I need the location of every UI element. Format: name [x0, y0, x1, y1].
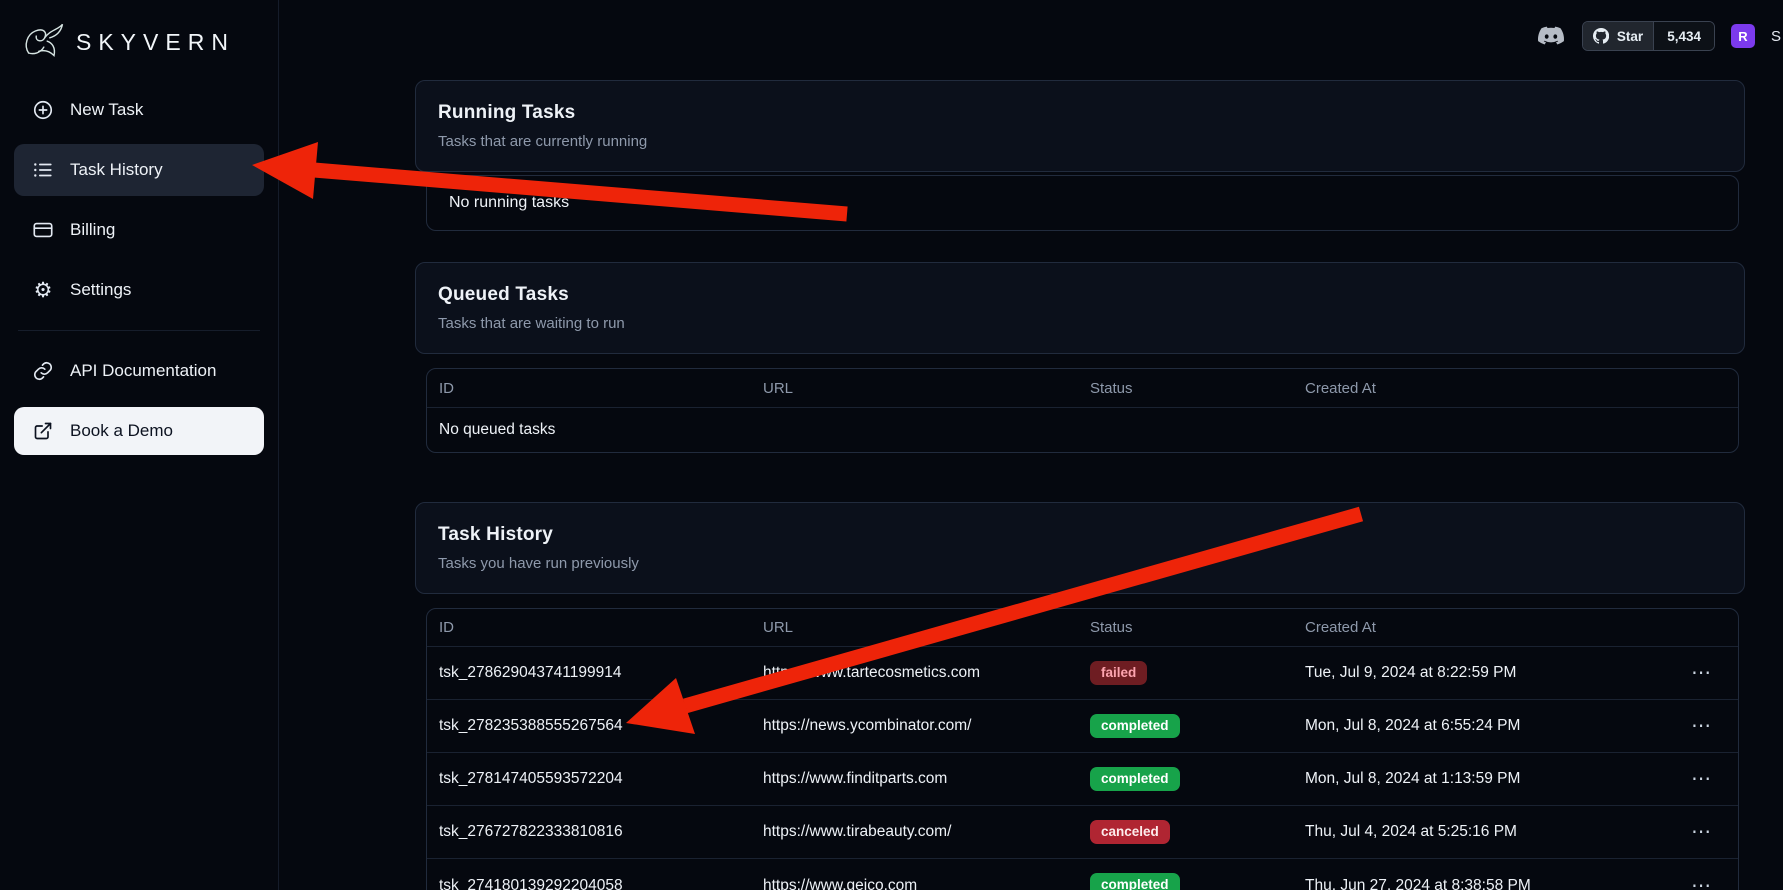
- task-url: https://www.finditparts.com: [763, 770, 1090, 788]
- github-star-label: Star: [1617, 29, 1643, 44]
- sidebar: SKYVERN New Task Task History: [0, 0, 279, 890]
- task-id: tsk_276727822333810816: [439, 823, 763, 841]
- row-actions-button[interactable]: ⋯: [1681, 711, 1721, 741]
- queued-tasks-section: Queued Tasks Tasks that are waiting to r…: [415, 262, 1745, 453]
- status-badge: completed: [1090, 714, 1180, 738]
- column-header: Created At: [1305, 619, 1674, 636]
- queued-tasks-header: Queued Tasks Tasks that are waiting to r…: [415, 262, 1745, 354]
- section-subtitle: Tasks you have run previously: [438, 555, 1722, 572]
- section-subtitle: Tasks that are currently running: [438, 133, 1722, 150]
- task-url: https://www.geico.com: [763, 877, 1090, 890]
- task-created-at: Mon, Jul 8, 2024 at 6:55:24 PM: [1305, 717, 1674, 735]
- external-link-icon: [31, 419, 55, 443]
- book-demo-button[interactable]: Book a Demo: [14, 407, 264, 455]
- status-badge: canceled: [1090, 820, 1170, 844]
- task-id: tsk_278629043741199914: [439, 664, 763, 682]
- task-url: https://news.ycombinator.com/: [763, 717, 1090, 735]
- queued-tasks-table: ID URL Status Created At No queued tasks: [426, 368, 1739, 453]
- section-title: Task History: [438, 524, 1722, 546]
- table-row[interactable]: tsk_274180139292204058 https://www.geico…: [427, 859, 1738, 890]
- task-history-header: Task History Tasks you have run previous…: [415, 502, 1745, 594]
- github-star-count: 5,434: [1654, 22, 1714, 50]
- sidebar-nav: New Task Task History Billing ⚙ Settings: [14, 84, 264, 316]
- credit-card-icon: [31, 218, 55, 242]
- plus-circle-icon: [31, 98, 55, 122]
- running-tasks-section: Running Tasks Tasks that are currently r…: [415, 80, 1745, 231]
- sidebar-item-settings[interactable]: ⚙ Settings: [14, 264, 264, 316]
- section-subtitle: Tasks that are waiting to run: [438, 315, 1722, 332]
- user-name: S: [1771, 28, 1781, 45]
- task-created-at: Thu, Jul 4, 2024 at 5:25:16 PM: [1305, 823, 1674, 841]
- sidebar-divider: [18, 330, 260, 331]
- column-header: URL: [763, 619, 1090, 636]
- github-icon: [1593, 28, 1610, 45]
- topbar: Star 5,434 R S: [1536, 20, 1781, 52]
- table-row[interactable]: tsk_278235388555267564 https://news.ycom…: [427, 700, 1738, 753]
- section-title: Running Tasks: [438, 102, 1722, 124]
- column-header: Status: [1090, 380, 1305, 397]
- skyvern-logo: SKYVERN: [20, 16, 264, 68]
- list-icon: [31, 158, 55, 182]
- row-actions-button[interactable]: ⋯: [1681, 871, 1721, 890]
- skyvern-dragon-icon: [20, 19, 66, 65]
- status-badge: completed: [1090, 767, 1180, 791]
- sidebar-item-label: API Documentation: [70, 361, 216, 381]
- sidebar-item-label: New Task: [70, 100, 143, 120]
- sidebar-item-label: Settings: [70, 280, 131, 300]
- column-header: Status: [1090, 619, 1305, 636]
- section-title: Queued Tasks: [438, 284, 1722, 306]
- task-created-at: Tue, Jul 9, 2024 at 8:22:59 PM: [1305, 664, 1674, 682]
- sidebar-item-label: Billing: [70, 220, 115, 240]
- brand-name: SKYVERN: [76, 29, 235, 56]
- sidebar-item-api-documentation[interactable]: API Documentation: [14, 345, 264, 397]
- table-header-row: ID URL Status Created At: [427, 609, 1738, 647]
- task-id: tsk_278235388555267564: [439, 717, 763, 735]
- discord-icon[interactable]: [1536, 24, 1566, 48]
- status-badge: completed: [1090, 873, 1180, 890]
- row-actions-button[interactable]: ⋯: [1681, 817, 1721, 847]
- task-id: tsk_274180139292204058: [439, 877, 763, 890]
- sidebar-item-task-history[interactable]: Task History: [14, 144, 264, 196]
- github-star-widget[interactable]: Star 5,434: [1582, 21, 1715, 51]
- running-tasks-header: Running Tasks Tasks that are currently r…: [415, 80, 1745, 172]
- task-id: tsk_278147405593572204: [439, 770, 763, 788]
- table-row[interactable]: tsk_278629043741199914 https://www.tarte…: [427, 647, 1738, 700]
- queued-tasks-empty: No queued tasks: [427, 408, 1738, 452]
- column-header: ID: [439, 380, 763, 397]
- sidebar-item-new-task[interactable]: New Task: [14, 84, 264, 136]
- sidebar-item-billing[interactable]: Billing: [14, 204, 264, 256]
- column-header: URL: [763, 380, 1090, 397]
- status-badge: failed: [1090, 661, 1147, 685]
- running-tasks-empty: No running tasks: [426, 175, 1739, 231]
- book-demo-label: Book a Demo: [70, 421, 173, 441]
- avatar[interactable]: R: [1731, 24, 1755, 48]
- task-created-at: Mon, Jul 8, 2024 at 1:13:59 PM: [1305, 770, 1674, 788]
- main-content: Running Tasks Tasks that are currently r…: [279, 0, 1783, 890]
- row-actions-button[interactable]: ⋯: [1681, 764, 1721, 794]
- task-history-section: Task History Tasks you have run previous…: [415, 502, 1745, 890]
- task-url: https://www.tartecosmetics.com: [763, 664, 1090, 682]
- table-row[interactable]: tsk_276727822333810816 https://www.tirab…: [427, 806, 1738, 859]
- sidebar-item-label: Task History: [70, 160, 163, 180]
- gear-icon: ⚙: [31, 278, 55, 302]
- row-actions-button[interactable]: ⋯: [1681, 658, 1721, 688]
- link-icon: [31, 359, 55, 383]
- column-header: ID: [439, 619, 763, 636]
- task-created-at: Thu, Jun 27, 2024 at 8:38:58 PM: [1305, 877, 1674, 890]
- column-header: Created At: [1305, 380, 1674, 397]
- task-history-table: ID URL Status Created At tsk_27862904374…: [426, 608, 1739, 890]
- table-header-row: ID URL Status Created At: [427, 369, 1738, 408]
- task-url: https://www.tirabeauty.com/: [763, 823, 1090, 841]
- table-row[interactable]: tsk_278147405593572204 https://www.findi…: [427, 753, 1738, 806]
